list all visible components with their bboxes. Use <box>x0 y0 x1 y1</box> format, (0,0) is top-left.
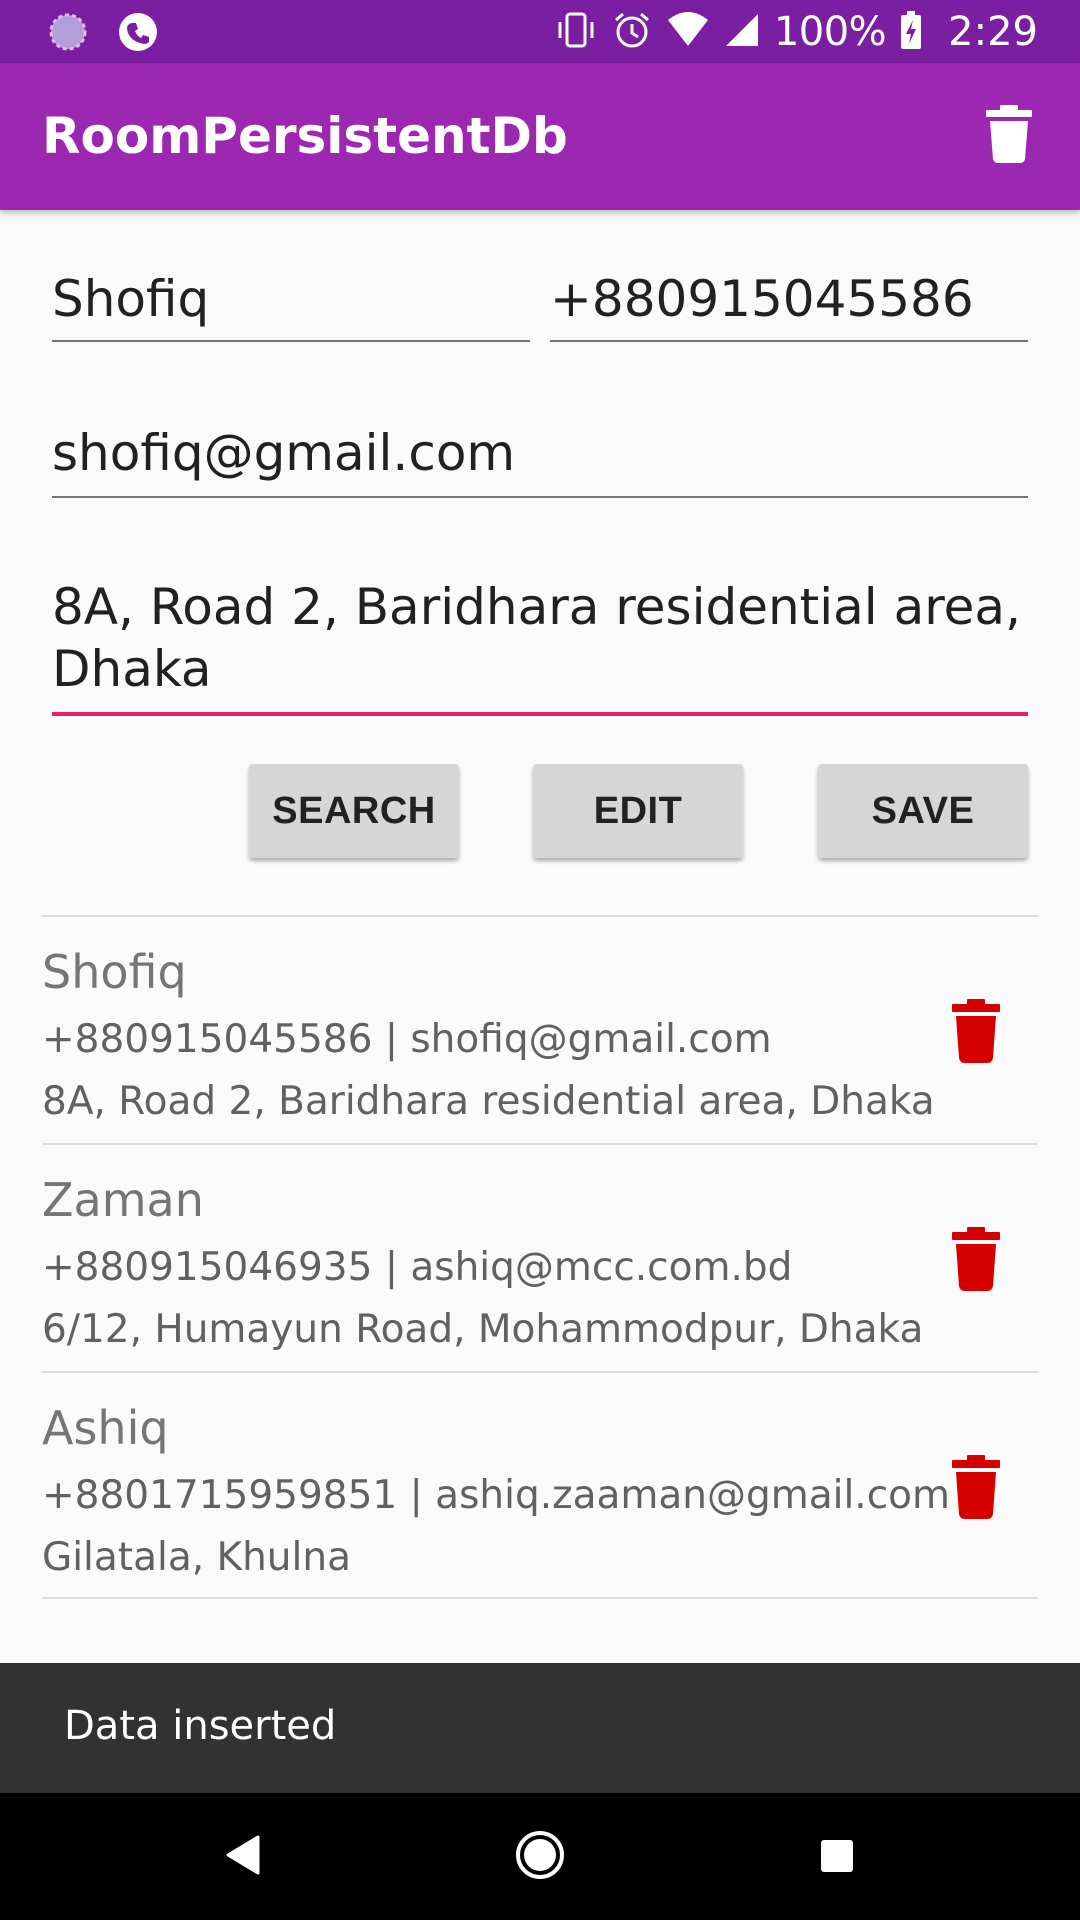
contact-name: Ashiq <box>42 1401 169 1455</box>
edit-button[interactable]: EDIT <box>533 764 743 858</box>
delete-button[interactable] <box>952 1455 1000 1523</box>
clock: 2:29 <box>948 8 1038 55</box>
trash-icon <box>952 1455 1000 1519</box>
wifi-icon <box>666 10 710 54</box>
list-item[interactable]: Ashiq +8801715959851 | ashiq.zaaman@gmai… <box>42 1371 1038 1599</box>
trash-icon <box>952 1227 1000 1291</box>
contact-phone-email: +8801715959851 | ashiq.zaaman@gmail.com <box>42 1473 950 1518</box>
app-bar: RoomPersistentDb <box>0 63 1080 210</box>
trash-icon <box>952 999 1000 1063</box>
delete-button[interactable] <box>952 1227 1000 1295</box>
save-button[interactable]: SAVE <box>818 764 1028 858</box>
phone-icon <box>118 12 158 56</box>
phone-input[interactable]: +880915045586 <box>550 268 1028 342</box>
contact-address: Gilatala, Khulna <box>42 1535 351 1580</box>
list-item[interactable]: Shofiq +880915045586 | shofiq@gmail.com … <box>42 915 1038 1143</box>
recents-icon <box>821 1840 853 1872</box>
vibrate-icon <box>554 10 598 54</box>
loading-icon <box>48 12 88 56</box>
navigation-bar <box>0 1793 1080 1920</box>
contact-name: Shofiq <box>42 945 187 999</box>
contact-address: 6/12, Humayun Road, Mohammodpur, Dhaka <box>42 1307 924 1352</box>
snackbar-message: Data inserted <box>64 1703 337 1749</box>
status-left <box>48 12 158 56</box>
back-button[interactable] <box>224 1833 262 1881</box>
contact-phone-email: +880915045586 | shofiq@gmail.com <box>42 1017 772 1062</box>
contact-name: Zaman <box>42 1173 204 1227</box>
name-input[interactable]: Shofiq <box>52 268 530 342</box>
battery-percent: 100% <box>773 8 887 55</box>
address-input[interactable]: 8A, Road 2, Baridhara residential area, … <box>52 576 1028 716</box>
contact-address: 8A, Road 2, Baridhara residential area, … <box>42 1079 935 1124</box>
trash-icon <box>986 105 1032 163</box>
contact-phone-email: +880915046935 | ashiq@mcc.com.bd <box>42 1245 793 1290</box>
alarm-icon <box>612 10 652 54</box>
contact-list: Shofiq +880915045586 | shofiq@gmail.com … <box>42 915 1038 1599</box>
battery-icon <box>900 10 922 54</box>
email-input[interactable]: shofiq@gmail.com <box>52 422 1028 498</box>
home-button[interactable] <box>514 1829 566 1885</box>
recents-button[interactable] <box>820 1839 854 1877</box>
app-title: RoomPersistentDb <box>42 107 568 165</box>
delete-all-button[interactable] <box>986 105 1032 167</box>
status-right: 100% 2:29 <box>554 0 1038 63</box>
status-bar: 100% 2:29 <box>0 0 1080 63</box>
home-icon <box>516 1831 564 1879</box>
list-item[interactable]: Zaman +880915046935 | ashiq@mcc.com.bd 6… <box>42 1143 1038 1371</box>
delete-button[interactable] <box>952 999 1000 1067</box>
back-icon <box>226 1835 260 1875</box>
signal-icon <box>724 10 760 54</box>
search-button[interactable]: SEARCH <box>249 764 459 858</box>
snackbar: Data inserted <box>0 1663 1080 1793</box>
